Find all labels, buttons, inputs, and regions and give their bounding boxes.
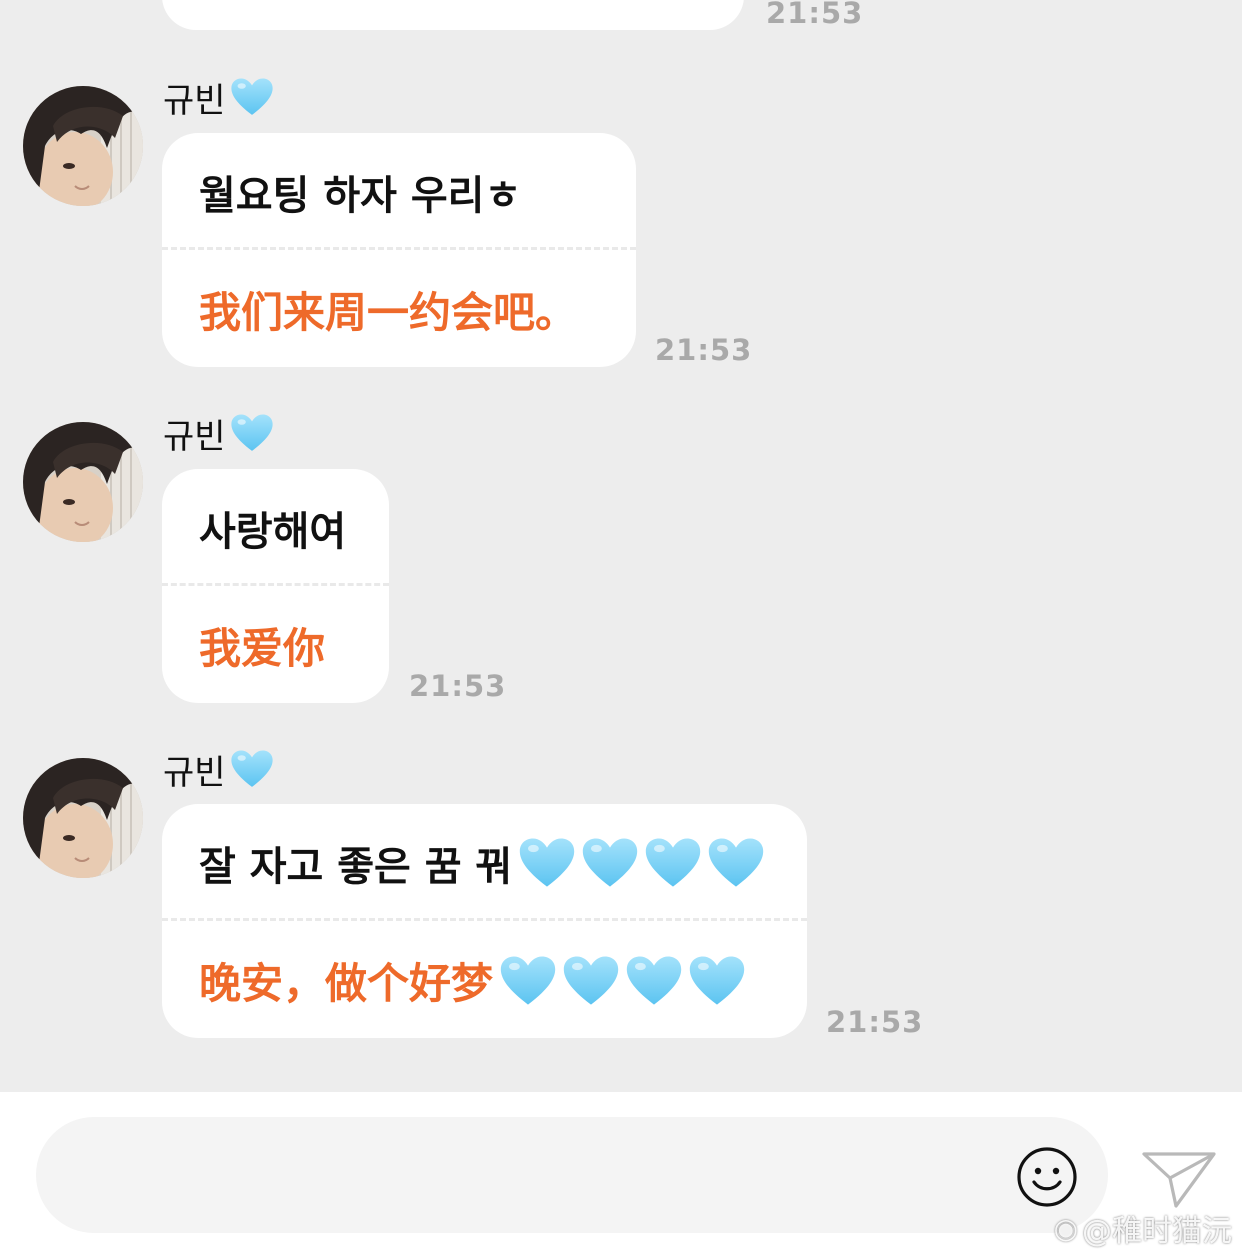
sender-avatar[interactable]: [23, 86, 143, 206]
heart-emoji-group: [499, 953, 751, 1009]
sender-name-row: 규빈: [163, 746, 274, 793]
light-blue-heart-icon: [562, 953, 620, 1009]
message-time: 21:53: [826, 1005, 924, 1039]
original-text: 사랑해여: [199, 509, 347, 555]
sender-name: 규빈: [163, 80, 226, 121]
message-bubble[interactable]: 잘 자고 좋은 꿈 꿔 晚安，做个好梦: [162, 804, 807, 1038]
light-blue-heart-icon: [499, 953, 557, 1009]
watermark-text: @稚时猫沅: [1082, 1214, 1232, 1249]
light-blue-heart-icon: [688, 953, 746, 1009]
message-input[interactable]: [36, 1117, 1108, 1233]
light-blue-heart-icon: [230, 412, 274, 454]
message-bubble[interactable]: 월요팅 하자 우리ㅎ 我们来周一约会吧。: [162, 133, 636, 367]
light-blue-heart-icon: [707, 835, 765, 891]
translation-text: 晚安，做个好梦: [199, 959, 494, 1008]
original-text: 월요팅 하자 우리ㅎ: [199, 173, 522, 219]
paper-plane-icon[interactable]: [1140, 1148, 1218, 1210]
light-blue-heart-icon: [230, 76, 274, 118]
translation-divider: [162, 247, 636, 250]
translation-text-row: 晚安，做个好梦: [199, 950, 751, 1011]
message-time: 21:53: [409, 669, 507, 703]
translation-divider: [162, 583, 389, 586]
message-composer: ◉ @稚时猫沅: [0, 1092, 1242, 1260]
smiley-face-icon[interactable]: [1016, 1146, 1078, 1208]
sender-name-row: 규빈: [163, 74, 274, 121]
previous-message-time: 21:53: [766, 0, 864, 30]
sender-avatar[interactable]: [23, 758, 143, 878]
light-blue-heart-icon: [230, 748, 274, 790]
light-blue-heart-icon: [518, 835, 576, 891]
watermark: ◉ @稚时猫沅: [1054, 1206, 1232, 1250]
original-text-row: 잘 자고 좋은 꿈 꿔: [199, 834, 770, 892]
light-blue-heart-icon: [644, 835, 702, 891]
previous-message-bubble[interactable]: [162, 0, 744, 30]
weibo-logo-icon: ◉: [1053, 1211, 1078, 1245]
translation-divider: [162, 918, 807, 921]
message-bubble[interactable]: 사랑해여 我爱你: [162, 469, 389, 703]
light-blue-heart-icon: [581, 835, 639, 891]
sender-name: 규빈: [163, 752, 226, 793]
light-blue-heart-icon: [625, 953, 683, 1009]
original-text: 잘 자고 좋은 꿈 꿔: [199, 844, 513, 890]
heart-emoji-group: [518, 835, 770, 891]
sender-name: 규빈: [163, 416, 226, 457]
translation-text: 我们来周一约会吧。: [199, 288, 578, 337]
sender-name-row: 규빈: [163, 410, 274, 457]
translation-text: 我爱你: [199, 624, 326, 673]
chat-message-list[interactable]: 21:53 규빈 월요팅 하자 우리ㅎ 我们来周一约会吧。 21:53 규빈 사…: [0, 0, 1242, 1092]
sender-avatar[interactable]: [23, 422, 143, 542]
message-time: 21:53: [655, 333, 753, 367]
